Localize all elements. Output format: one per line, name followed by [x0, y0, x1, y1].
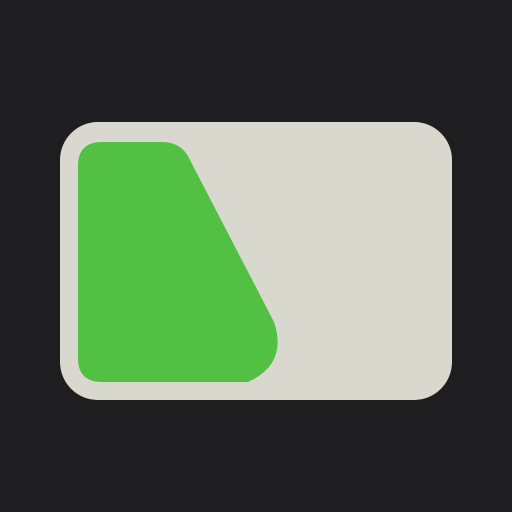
- battery-level-icon: [0, 0, 512, 512]
- app-icon-canvas: [0, 0, 512, 512]
